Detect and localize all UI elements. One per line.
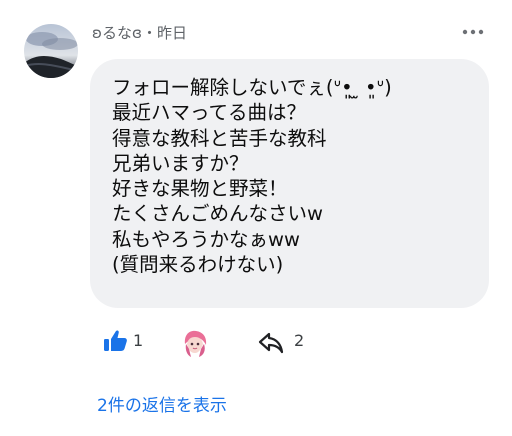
author-avatar[interactable] — [24, 24, 78, 78]
comment-bubble: フォロー解除しないでぇ(ᐡ•͈ ̫ •͈ᐡ) 最近ハマってる曲は？ 得意な教科と… — [90, 59, 489, 308]
comment-line: 好きな果物と野菜！ — [112, 177, 288, 201]
reaction-avatar-icon — [179, 326, 211, 358]
comment-line: 兄弟いますか？ — [112, 151, 249, 175]
comment-line: フォロー解除しないでぇ(ᐡ•͈ ̫ •͈ᐡ) — [112, 76, 392, 99]
share-arrow-icon — [258, 332, 284, 354]
author-name[interactable]: ʚるなɞ — [92, 24, 142, 42]
reaction-avatar[interactable] — [179, 326, 211, 358]
comment-line: 最近ハマってる曲は？ — [112, 101, 307, 125]
view-replies-link[interactable]: 2件の返信を表示 — [97, 391, 227, 416]
like-count: 1 — [133, 331, 144, 350]
comment-line: (質問来るわけない) — [112, 253, 284, 277]
like-button[interactable] — [101, 327, 151, 357]
comment-line: 私もやろうかなぁww — [112, 227, 300, 251]
thumbs-up-icon — [104, 330, 127, 351]
comment-header: ʚるなɞ・昨日 — [92, 22, 187, 43]
header-separator: ・ — [141, 24, 157, 42]
comment-line: たくさんごめんなさいw — [112, 202, 323, 226]
more-horizontal-icon — [462, 29, 484, 35]
comment-time: 昨日 — [156, 24, 187, 42]
comment-line: 得意な教科と苦手な教科 — [112, 126, 327, 150]
more-options-button[interactable] — [458, 22, 488, 42]
share-count: 2 — [294, 331, 305, 350]
